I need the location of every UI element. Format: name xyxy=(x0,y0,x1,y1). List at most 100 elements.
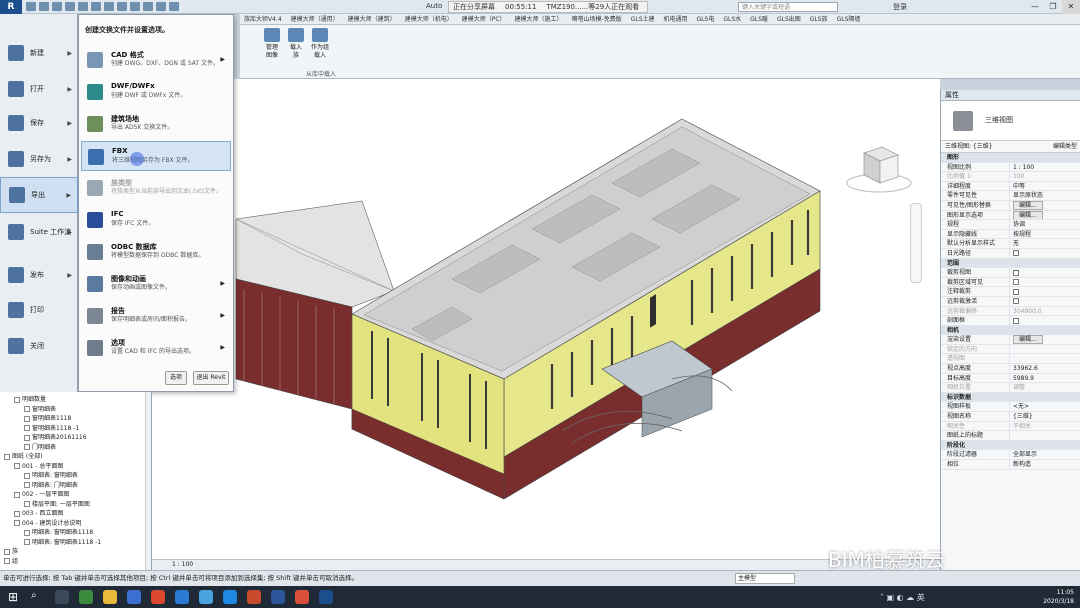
property-value[interactable]: 5989.9 xyxy=(1009,373,1080,383)
windows-start-icon[interactable]: ⊞ xyxy=(0,586,26,608)
tab-10[interactable]: GLS水 xyxy=(719,14,745,24)
property-value[interactable] xyxy=(1009,248,1080,258)
export-option-8[interactable]: 报告 保存明细表或房间/面积报告。 ▶ xyxy=(81,301,231,331)
tab-0[interactable]: 族库大师V4.4 xyxy=(240,14,286,24)
property-group-header[interactable]: 范围 xyxy=(941,258,1080,269)
property-row[interactable]: 裁剪区域可见 xyxy=(941,277,1080,288)
property-row[interactable]: 视图名称 {三维} xyxy=(941,412,1080,422)
section-icon[interactable] xyxy=(143,2,153,11)
tab-11[interactable]: GLS暖 xyxy=(746,14,772,24)
property-value[interactable]: 调整 xyxy=(1009,383,1080,392)
property-value[interactable]: 100 xyxy=(1009,172,1080,181)
export-option-5[interactable]: IFC 保存 IFC 文件。 xyxy=(81,205,231,235)
edit-type-button[interactable]: 编辑类型 xyxy=(1053,141,1077,153)
maximize-icon[interactable]: ❐ xyxy=(1044,0,1062,14)
property-row[interactable]: 图纸上的标题 xyxy=(941,431,1080,441)
property-row[interactable]: 日光路径 xyxy=(941,248,1080,259)
revit-taskbar-icon[interactable] xyxy=(319,590,333,604)
tab-1[interactable]: 建模大师（通用） xyxy=(287,14,343,24)
tree-expander-icon[interactable] xyxy=(14,491,20,498)
property-checkbox[interactable] xyxy=(1013,250,1019,257)
property-row[interactable]: 比例值 1: 100 xyxy=(941,172,1080,182)
property-value[interactable]: <无> xyxy=(1009,402,1080,412)
edit-button[interactable]: 编辑... xyxy=(1013,210,1043,220)
print-icon[interactable] xyxy=(91,2,101,11)
tab-5[interactable]: 建模大师（施工） xyxy=(511,14,567,24)
property-value[interactable]: 不相关 xyxy=(1009,421,1080,431)
load-family-button[interactable]: 载入 族 xyxy=(286,28,306,60)
property-value[interactable]: 中等 xyxy=(1009,181,1080,191)
property-value[interactable]: 1 : 100 xyxy=(1009,162,1080,172)
property-value[interactable] xyxy=(1009,296,1080,306)
tab-7[interactable]: GLS土建 xyxy=(627,14,659,24)
property-value[interactable]: 编辑... xyxy=(1009,210,1080,220)
tree-expander-icon[interactable] xyxy=(24,425,30,431)
property-row[interactable]: 注释裁剪 xyxy=(941,287,1080,297)
property-value[interactable]: 编辑... xyxy=(1009,200,1080,210)
view-scale[interactable]: 1 : 100 xyxy=(172,561,193,568)
tray-icons[interactable]: ˄ ▣ ◐ ☁ 英 xyxy=(880,592,925,603)
property-group-header[interactable]: 阶段化 xyxy=(941,440,1080,451)
recorder-icon[interactable] xyxy=(295,590,309,604)
tree-expander-icon[interactable] xyxy=(14,510,20,517)
tab-2[interactable]: 建模大师（建筑） xyxy=(344,14,400,24)
export-option-6[interactable]: ODBC 数据库 将模型数据保存到 ODBC 数据库。 xyxy=(81,237,231,267)
tree-expander-icon[interactable] xyxy=(24,415,30,422)
chrome-icon[interactable] xyxy=(151,590,165,604)
property-checkbox[interactable] xyxy=(1013,269,1019,276)
edit-button[interactable]: 编辑... xyxy=(1013,335,1043,344)
thin-lines-icon[interactable] xyxy=(156,2,166,11)
property-row[interactable]: 透视图 xyxy=(941,354,1080,365)
type-selector[interactable]: 三维视图 xyxy=(941,101,1080,141)
property-value[interactable] xyxy=(1009,431,1080,440)
app-menu-item-1[interactable]: 打开 ▶ xyxy=(0,71,78,107)
word-icon[interactable] xyxy=(271,590,285,604)
property-value[interactable]: 新构造 xyxy=(1009,460,1080,469)
viewcube[interactable] xyxy=(844,139,914,201)
property-checkbox[interactable] xyxy=(1013,288,1019,295)
edit-button[interactable]: 编辑... xyxy=(1013,200,1043,210)
tab-6[interactable]: 嘀嗒山场模-免费版 xyxy=(568,14,626,24)
app-menu-item-4[interactable]: 导出 ▶ xyxy=(0,177,78,213)
property-row[interactable]: 图形显示选项 编辑... xyxy=(941,210,1080,221)
manage-images-button[interactable]: 管理 图像 xyxy=(262,28,282,60)
tree-expander-icon[interactable] xyxy=(14,520,20,526)
property-row[interactable]: 相机位置 调整 xyxy=(941,383,1080,393)
property-value[interactable]: 按规程 xyxy=(1009,229,1080,239)
property-value[interactable]: 无 xyxy=(1009,239,1080,248)
export-option-3[interactable]: FBX 将三维视图另存为 FBX 文件。 xyxy=(81,141,231,171)
browser-tree-item[interactable]: 图纸 (全部) xyxy=(4,451,43,460)
load-as-group-button[interactable]: 作为组 载入 xyxy=(310,28,330,60)
property-group-header[interactable]: 相机 xyxy=(941,325,1080,336)
meeting-icon[interactable] xyxy=(199,590,213,604)
browser-scrollbar[interactable] xyxy=(145,392,151,570)
app-menu-item-0[interactable]: 新建 ▶ xyxy=(0,35,78,71)
text-icon[interactable] xyxy=(117,2,127,11)
property-group-header[interactable]: 图形 xyxy=(941,153,1080,163)
browser-tree-item[interactable]: 004 - 建筑设计总说明 xyxy=(14,518,81,527)
property-value[interactable]: 全部显示 xyxy=(1009,450,1080,459)
property-row[interactable]: 锁定的方向 xyxy=(941,344,1080,355)
search-input[interactable]: 键入关键字或短语 xyxy=(738,2,838,12)
property-checkbox[interactable] xyxy=(1013,317,1019,324)
clock[interactable]: 11:05 2020/3/18 xyxy=(1043,588,1074,606)
browser-tree-item[interactable]: 窗明细表20161116 xyxy=(24,432,87,441)
property-row[interactable]: 渲染设置 编辑... xyxy=(941,335,1080,345)
property-value[interactable]: 304800.0 xyxy=(1009,306,1080,316)
3d-view-icon[interactable] xyxy=(130,2,140,11)
property-row[interactable]: 默认分析显示样式 无 xyxy=(941,239,1080,249)
tree-expander-icon[interactable] xyxy=(24,406,30,412)
property-value[interactable]: 协调 xyxy=(1009,220,1080,229)
tree-expander-icon[interactable] xyxy=(24,539,30,545)
tree-expander-icon[interactable] xyxy=(24,434,30,441)
property-row[interactable]: 远剪裁激活 xyxy=(941,296,1080,307)
app-menu-item-6[interactable]: 发布 ▶ xyxy=(0,257,78,293)
login-link[interactable]: 登录 xyxy=(893,2,907,12)
export-option-9[interactable]: 选项 设置 CAD 和 IFC 的导出选项。 ▶ xyxy=(81,333,231,363)
browser-tree-item[interactable]: 003 - 西立面图 xyxy=(14,508,63,517)
property-value[interactable] xyxy=(1009,344,1080,354)
minimize-icon[interactable]: — xyxy=(1026,0,1044,14)
browser-tree-item[interactable]: 明细表: 窗明细表 xyxy=(24,470,78,479)
property-value[interactable]: 33962.6 xyxy=(1009,364,1080,373)
exit-revit-button[interactable]: 退出 Revit xyxy=(193,371,229,385)
